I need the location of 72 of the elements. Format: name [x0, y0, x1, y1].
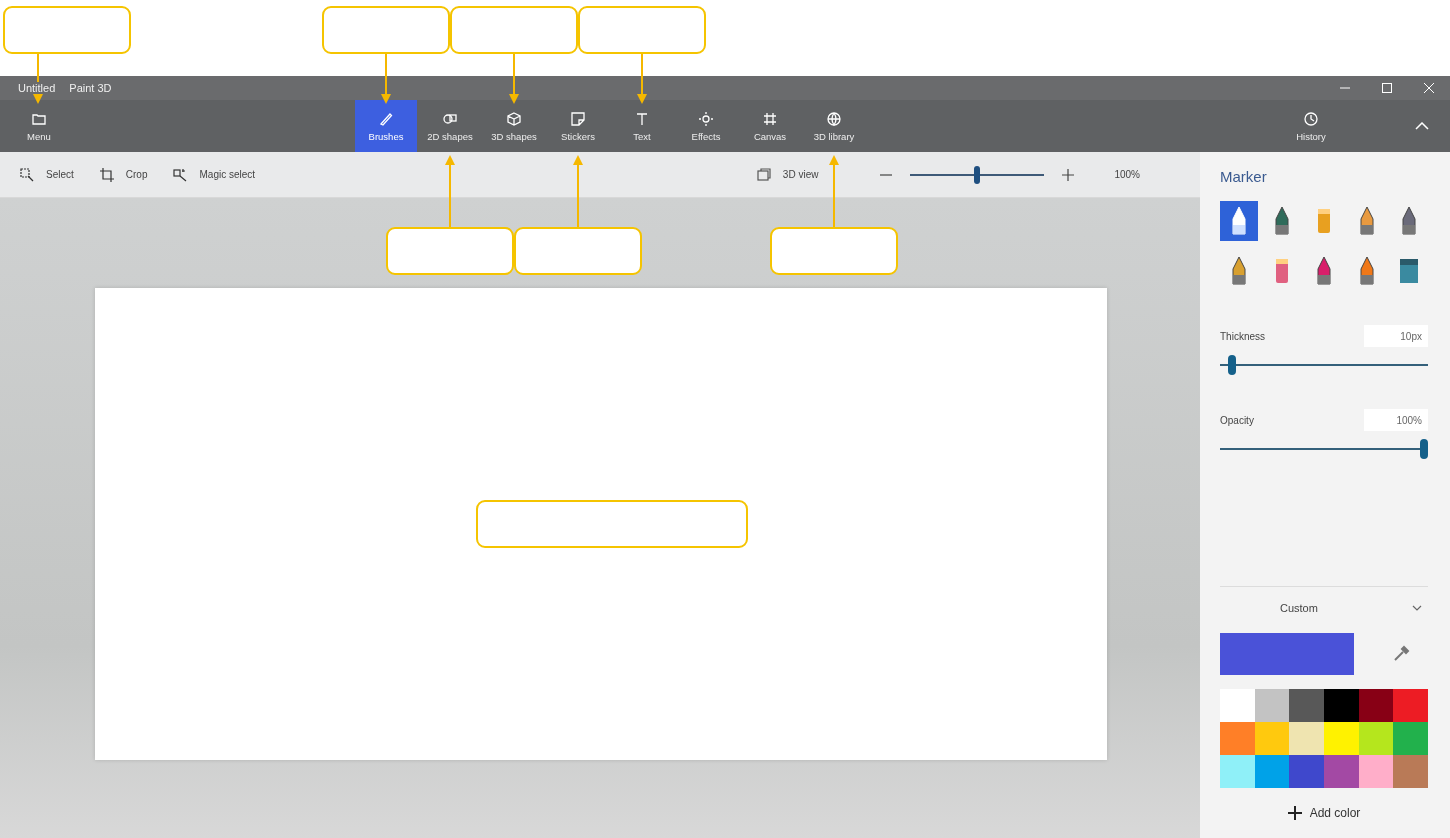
ribbon-tab[interactable]: 3D shapes [483, 100, 545, 152]
view-3d-toggle[interactable]: 3D view [746, 163, 829, 186]
menu-button[interactable]: Menu [8, 100, 70, 152]
callout-arrow [829, 155, 839, 227]
color-swatch[interactable] [1324, 722, 1359, 755]
current-color-swatch[interactable] [1220, 633, 1354, 675]
thickness-slider[interactable] [1220, 355, 1428, 375]
color-swatch[interactable] [1324, 689, 1359, 722]
ribbon-tab[interactable]: Brushes [355, 100, 417, 152]
ribbon-tab[interactable]: Text [611, 100, 673, 152]
slider-thumb[interactable] [1420, 439, 1428, 459]
cube-icon [506, 110, 522, 127]
color-swatch[interactable] [1358, 689, 1394, 722]
select-icon [20, 167, 34, 182]
zoom-slider[interactable] [910, 164, 1045, 185]
view-icon [756, 167, 771, 182]
crop-icon [99, 167, 114, 182]
sun-icon [698, 110, 714, 127]
close-icon [1424, 83, 1434, 93]
color-swatch[interactable] [1220, 755, 1255, 788]
text-icon [634, 110, 650, 127]
color-swatch[interactable] [1324, 755, 1359, 788]
opacity-field[interactable]: 100% [1364, 409, 1428, 431]
magic-wand-icon [173, 167, 188, 182]
color-swatch[interactable] [1289, 755, 1324, 788]
color-swatch[interactable] [1220, 689, 1255, 722]
opacity-label: Opacity [1220, 414, 1254, 426]
sticker-icon [570, 110, 586, 127]
clock-icon [1303, 110, 1319, 127]
chevron-down-icon [1412, 605, 1422, 611]
tool-button[interactable]: Select [10, 163, 84, 186]
color-swatch[interactable] [1254, 755, 1290, 788]
add-color-button[interactable]: Add color [1220, 802, 1428, 824]
color-swatch[interactable] [1220, 722, 1255, 755]
color-mode-dropdown[interactable]: Custom [1220, 597, 1428, 619]
ribbon-tab[interactable]: 2D shapes [419, 100, 481, 152]
app-name: Paint 3D [67, 82, 114, 94]
zoom-level: 100% [1114, 169, 1140, 180]
color-swatch[interactable] [1358, 722, 1394, 755]
color-swatch[interactable] [1254, 722, 1290, 755]
color-swatch[interactable] [1393, 689, 1428, 722]
history-button[interactable]: History [1280, 100, 1342, 152]
ribbon-tab[interactable]: Canvas [739, 100, 801, 152]
color-swatch[interactable] [1393, 755, 1428, 788]
thickness-label: Thickness [1220, 330, 1265, 342]
color-swatch[interactable] [1289, 722, 1324, 755]
slider-thumb[interactable] [974, 165, 981, 184]
color-swatch[interactable] [1358, 755, 1394, 788]
tool-button[interactable]: Crop [89, 163, 158, 186]
plus-icon [1287, 806, 1302, 820]
color-swatch[interactable] [1254, 689, 1290, 722]
panel-title: Marker [1220, 168, 1268, 185]
maximize-icon [1382, 83, 1392, 93]
color-swatch[interactable] [1393, 722, 1428, 755]
plus-icon [1062, 168, 1075, 181]
callout-arrow [573, 155, 583, 227]
callout-arrow [445, 155, 455, 227]
window-title: Untitled [16, 82, 58, 94]
ribbon-tab[interactable]: Effects [675, 100, 737, 152]
ribbon-tab[interactable]: 3D library [803, 100, 865, 152]
color-swatch[interactable] [1289, 689, 1324, 722]
callout-arrow [381, 54, 391, 104]
brush-button[interactable] [1220, 201, 1258, 241]
eyedropper-icon[interactable] [1392, 645, 1410, 663]
tool-button[interactable]: Magic select [163, 163, 266, 186]
ribbon-tab[interactable]: Stickers [547, 100, 609, 152]
chevron-up-icon [1415, 122, 1429, 130]
slider-thumb[interactable] [1228, 355, 1236, 375]
thickness-field[interactable]: 10px [1364, 325, 1428, 347]
callout-arrow [509, 54, 519, 104]
callout-arrow [637, 54, 647, 104]
opacity-slider[interactable] [1220, 439, 1428, 459]
